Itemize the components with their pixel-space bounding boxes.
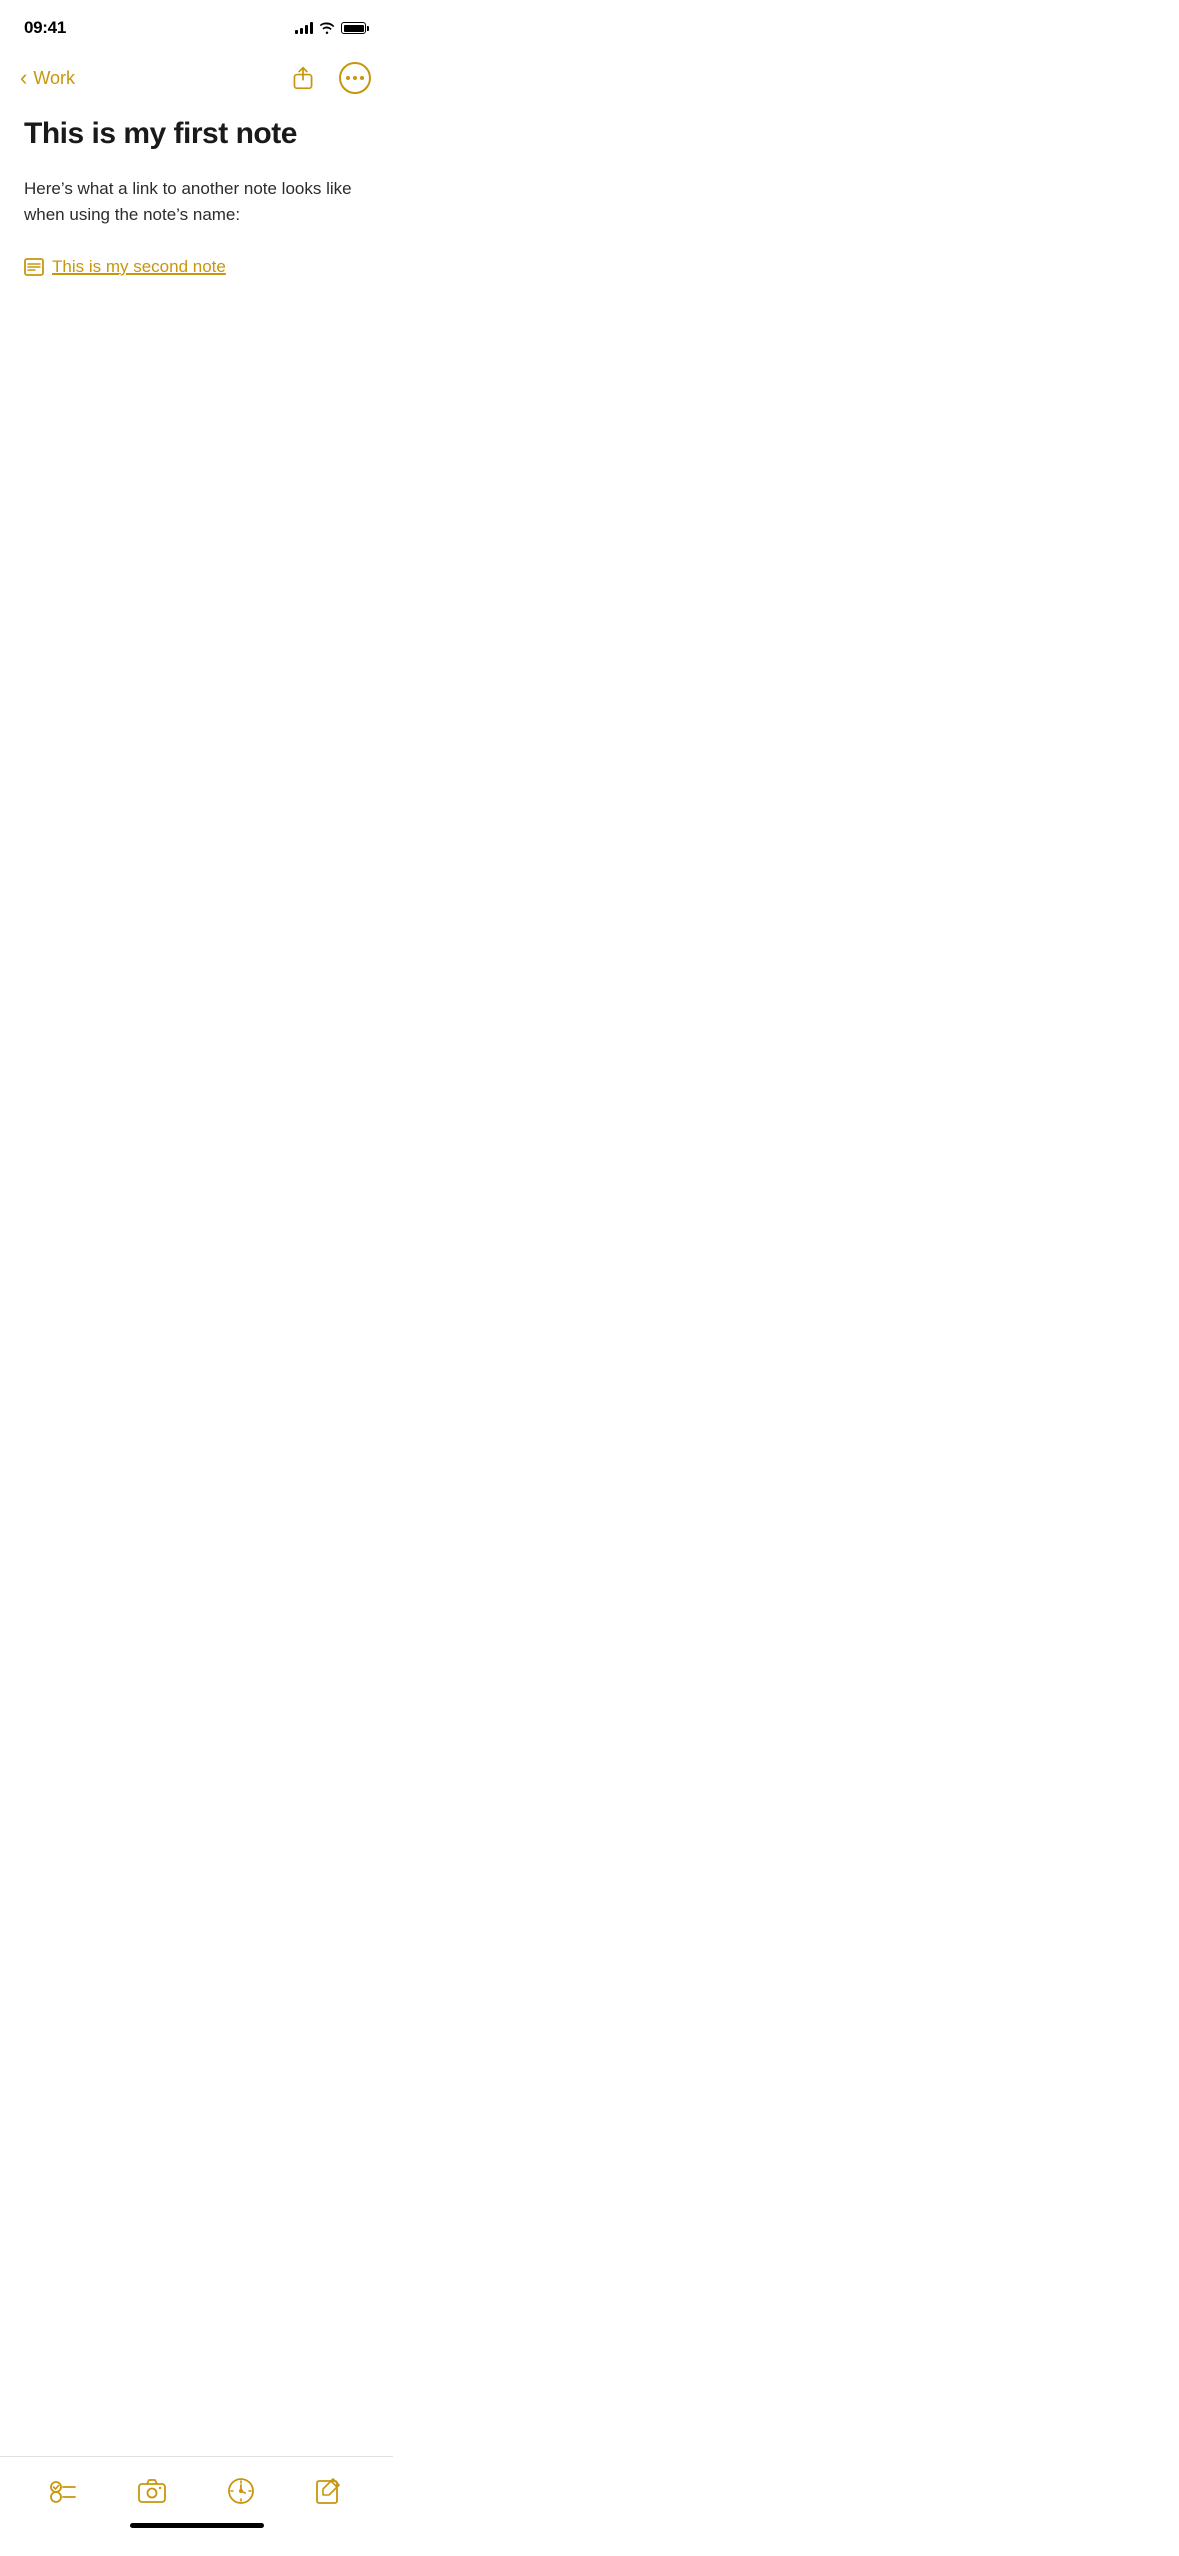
note-title[interactable]: This is my first note (24, 116, 369, 152)
back-label: Work (33, 68, 75, 89)
note-body[interactable]: Here’s what a link to another note looks… (24, 176, 369, 229)
share-icon (291, 66, 315, 90)
note-content: This is my first note Here’s what a link… (0, 108, 393, 297)
note-link-icon (24, 257, 44, 277)
status-icons (295, 22, 369, 34)
share-button[interactable] (285, 60, 321, 96)
status-bar: 09:41 (0, 0, 393, 52)
note-link-text[interactable]: This is my second note (52, 257, 226, 277)
nav-actions (285, 60, 373, 96)
toolbar-items (0, 2457, 393, 2513)
markup-icon (227, 2477, 255, 2505)
battery-icon (341, 22, 369, 34)
back-chevron-icon: ‹ (20, 67, 27, 89)
markup-button[interactable] (215, 2469, 267, 2513)
compose-icon (315, 2477, 343, 2505)
wifi-icon (319, 22, 335, 34)
more-icon (339, 62, 371, 94)
checklist-icon (50, 2477, 78, 2505)
more-button[interactable] (337, 60, 373, 96)
nav-bar: ‹ Work (0, 52, 393, 108)
note-link[interactable]: This is my second note (24, 257, 369, 277)
checklist-button[interactable] (38, 2469, 90, 2513)
home-indicator (130, 2523, 264, 2528)
camera-icon (138, 2477, 166, 2505)
signal-icon (295, 22, 313, 34)
back-button[interactable]: ‹ Work (20, 67, 75, 89)
status-time: 09:41 (24, 18, 66, 38)
compose-button[interactable] (303, 2469, 355, 2513)
camera-button[interactable] (126, 2469, 178, 2513)
bottom-toolbar (0, 2456, 393, 2556)
